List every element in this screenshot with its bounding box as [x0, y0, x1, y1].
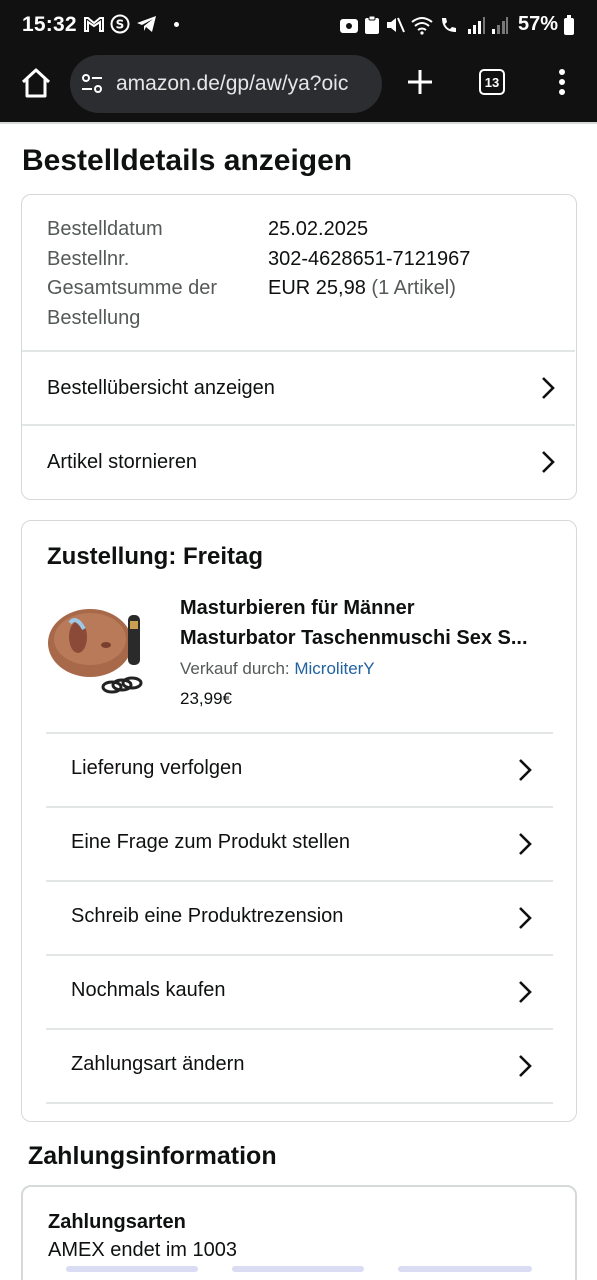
gmail-icon	[84, 17, 104, 32]
chevron-right-icon	[519, 759, 532, 781]
delivery-card: Zustellung: Freitag Masturbieren für Män…	[21, 520, 577, 1122]
notification-dot-icon	[174, 21, 179, 27]
chevron-right-icon	[542, 377, 555, 399]
svg-text:S: S	[116, 18, 125, 32]
home-icon[interactable]	[19, 66, 53, 100]
battery-icon	[564, 14, 574, 35]
scroll-hint-bar	[398, 1266, 532, 1272]
payment-methods-title: Zahlungsarten	[48, 1211, 186, 1233]
chevron-right-icon	[519, 1055, 532, 1077]
product-price: 23,99€	[180, 689, 232, 708]
divider	[46, 1102, 553, 1104]
overflow-menu-icon[interactable]	[552, 67, 572, 97]
cancel-items-link[interactable]: Artikel stornieren	[22, 425, 575, 499]
cancel-items-label: Artikel stornieren	[47, 450, 198, 473]
browser-toolbar: amazon.de/gp/aw/ya?oic 13	[0, 52, 597, 122]
track-package-link[interactable]: Lieferung verfolgen	[47, 733, 552, 807]
delivery-title: Zustellung: Freitag	[47, 543, 263, 570]
wifi-icon	[411, 16, 433, 35]
product-title-line-1: Masturbieren für Männer	[180, 597, 415, 619]
seller-prefix: Verkauf durch:	[180, 659, 290, 678]
volume-muted-icon	[386, 17, 405, 32]
battery-percent: 57%	[517, 13, 558, 35]
scroll-hint-bar	[66, 1266, 198, 1272]
order-item-count: (1 Artikel)	[371, 277, 456, 299]
buy-again-label: Nochmals kaufen	[71, 979, 226, 1001]
track-package-label: Lieferung verfolgen	[71, 757, 243, 779]
order-number-value: 302-4628651-7121967	[268, 248, 471, 270]
signal-2-icon	[491, 16, 508, 34]
status-bar: 15:32 S 57%	[0, 0, 597, 52]
site-settings-icon[interactable]	[80, 72, 104, 96]
order-number-label: Bestellnr.	[47, 248, 130, 270]
page-title: Bestelldetails anzeigen	[22, 144, 353, 177]
skype-icon: S	[110, 14, 130, 34]
view-order-summary-label: Bestellübersicht anzeigen	[47, 376, 275, 399]
view-order-summary-link[interactable]: Bestellübersicht anzeigen	[22, 351, 575, 425]
address-bar[interactable]: amazon.de/gp/aw/ya?oic	[70, 55, 382, 113]
product-title[interactable]: Masturbieren für Männer Masturbator Tasc…	[180, 593, 560, 653]
order-date-label: Bestelldatum	[47, 218, 163, 240]
ask-product-question-label: Eine Frage zum Produkt stellen	[71, 831, 351, 853]
clipboard-icon	[364, 15, 379, 34]
chevron-right-icon	[519, 907, 532, 929]
seller-link[interactable]: MicroliterY	[294, 659, 374, 678]
chevron-right-icon	[519, 833, 532, 855]
seller-info: Verkauf durch: MicroliterY	[180, 659, 375, 679]
order-total-label-1: Gesamtsumme der	[47, 277, 218, 299]
chevron-right-icon	[542, 451, 555, 473]
order-date-value: 25.02.2025	[268, 218, 369, 240]
toolbar-divider	[0, 122, 597, 124]
buy-again-link[interactable]: Nochmals kaufen	[47, 955, 552, 1029]
new-tab-icon[interactable]	[405, 67, 435, 97]
write-review-link[interactable]: Schreib eine Produktrezension	[47, 881, 552, 955]
signal-icon	[467, 16, 485, 34]
product-title-line-2: Masturbator Taschenmuschi Sex S...	[180, 627, 528, 649]
payment-method-text: AMEX endet im 1003	[48, 1239, 237, 1261]
chevron-right-icon	[519, 981, 532, 1003]
product-image[interactable]	[46, 591, 150, 701]
write-review-label: Schreib eine Produktrezension	[71, 905, 344, 927]
change-payment-label: Zahlungsart ändern	[71, 1053, 245, 1075]
payment-section-title: Zahlungsinformation	[28, 1142, 277, 1170]
order-total-value: EUR 25,98	[268, 277, 366, 299]
ask-product-question-link[interactable]: Eine Frage zum Produkt stellen	[47, 807, 552, 881]
telegram-icon	[137, 16, 156, 32]
tab-switcher-button[interactable]: 13	[479, 69, 505, 95]
url-text[interactable]: amazon.de/gp/aw/ya?oic	[116, 72, 371, 96]
status-time: 15:32	[22, 13, 77, 36]
wifi-call-icon	[441, 17, 456, 32]
scroll-hint-bar	[232, 1266, 364, 1272]
change-payment-link[interactable]: Zahlungsart ändern	[47, 1029, 552, 1103]
order-summary-card: Bestelldatum 25.02.2025 Bestellnr. 302-4…	[21, 194, 577, 500]
photo-icon	[339, 18, 358, 33]
order-total-label-2: Bestellung	[47, 307, 141, 329]
